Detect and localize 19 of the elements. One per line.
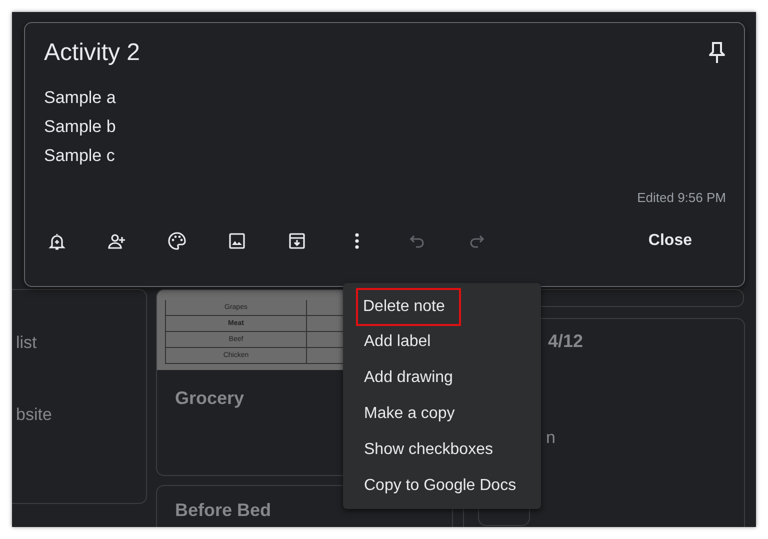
note-line: Sample b xyxy=(44,116,117,138)
pin-icon[interactable] xyxy=(708,41,726,65)
close-button[interactable]: Close xyxy=(638,228,702,254)
bell-icon[interactable] xyxy=(47,231,67,251)
note-card[interactable]: list bsite xyxy=(12,289,147,504)
note-title: Before Bed xyxy=(174,499,272,522)
note-line: Sample c xyxy=(44,145,116,167)
note-text: list xyxy=(16,333,37,354)
edited-time: Edited 9:56 PM xyxy=(636,190,726,206)
archive-icon[interactable] xyxy=(287,231,307,251)
note-text: bsite xyxy=(16,405,52,426)
note-title: Activity 2 xyxy=(44,39,140,67)
add-person-icon[interactable] xyxy=(107,231,127,251)
note-text: n xyxy=(545,427,556,448)
note-title: Grocery xyxy=(174,387,246,410)
image-icon[interactable] xyxy=(227,231,247,251)
note-title: 4/12 xyxy=(547,330,584,352)
note-line: Sample a xyxy=(44,87,117,109)
palette-icon[interactable] xyxy=(167,231,187,251)
